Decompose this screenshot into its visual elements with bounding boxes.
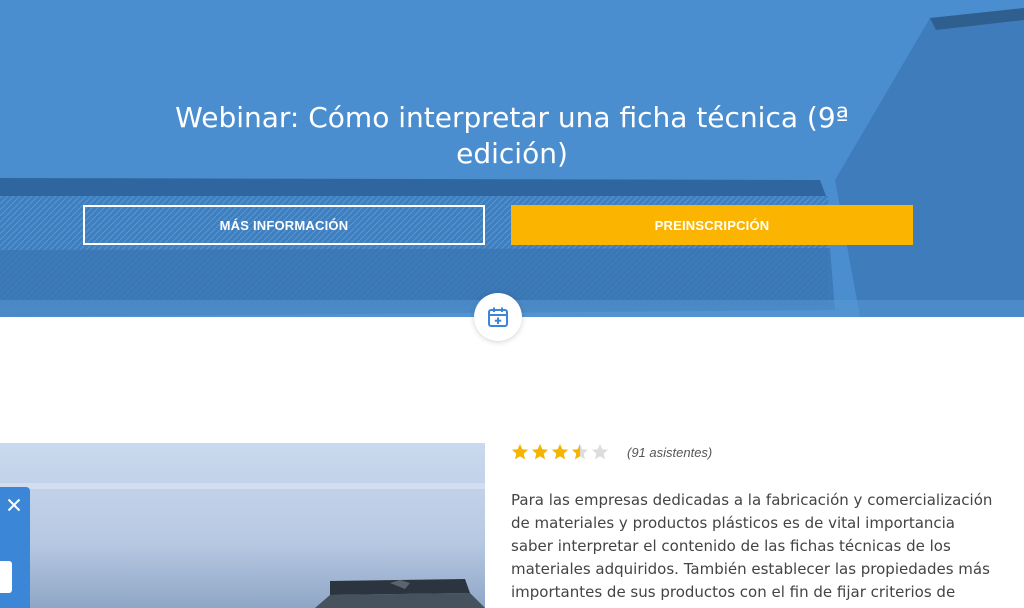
side-panel-input[interactable] (0, 561, 12, 593)
star-icon (532, 444, 548, 460)
side-panel-close-button[interactable] (5, 496, 23, 514)
close-icon (7, 498, 21, 512)
calendar-plus-icon (488, 307, 508, 327)
page-title: Webinar: Cómo interpretar una ficha técn… (175, 101, 849, 170)
preregister-button[interactable]: PREINSCRIPCIÓN (511, 205, 913, 245)
star-icon (552, 444, 568, 460)
add-to-calendar-button[interactable] (474, 293, 522, 341)
rating: (91 asistentes) (511, 441, 712, 463)
attendees-count: (91 asistentes) (627, 444, 713, 460)
side-panel (0, 487, 30, 608)
star-icon (512, 444, 528, 460)
course-description: Para las empresas dedicadas a la fabrica… (511, 491, 993, 608)
course-image (0, 443, 485, 608)
star-rating (511, 443, 609, 461)
star-icon (592, 444, 608, 460)
hero-banner: Webinar: Cómo interpretar una ficha técn… (0, 0, 1024, 317)
star-icon (572, 444, 588, 460)
more-info-button[interactable]: MÁS INFORMACIÓN (83, 205, 485, 245)
